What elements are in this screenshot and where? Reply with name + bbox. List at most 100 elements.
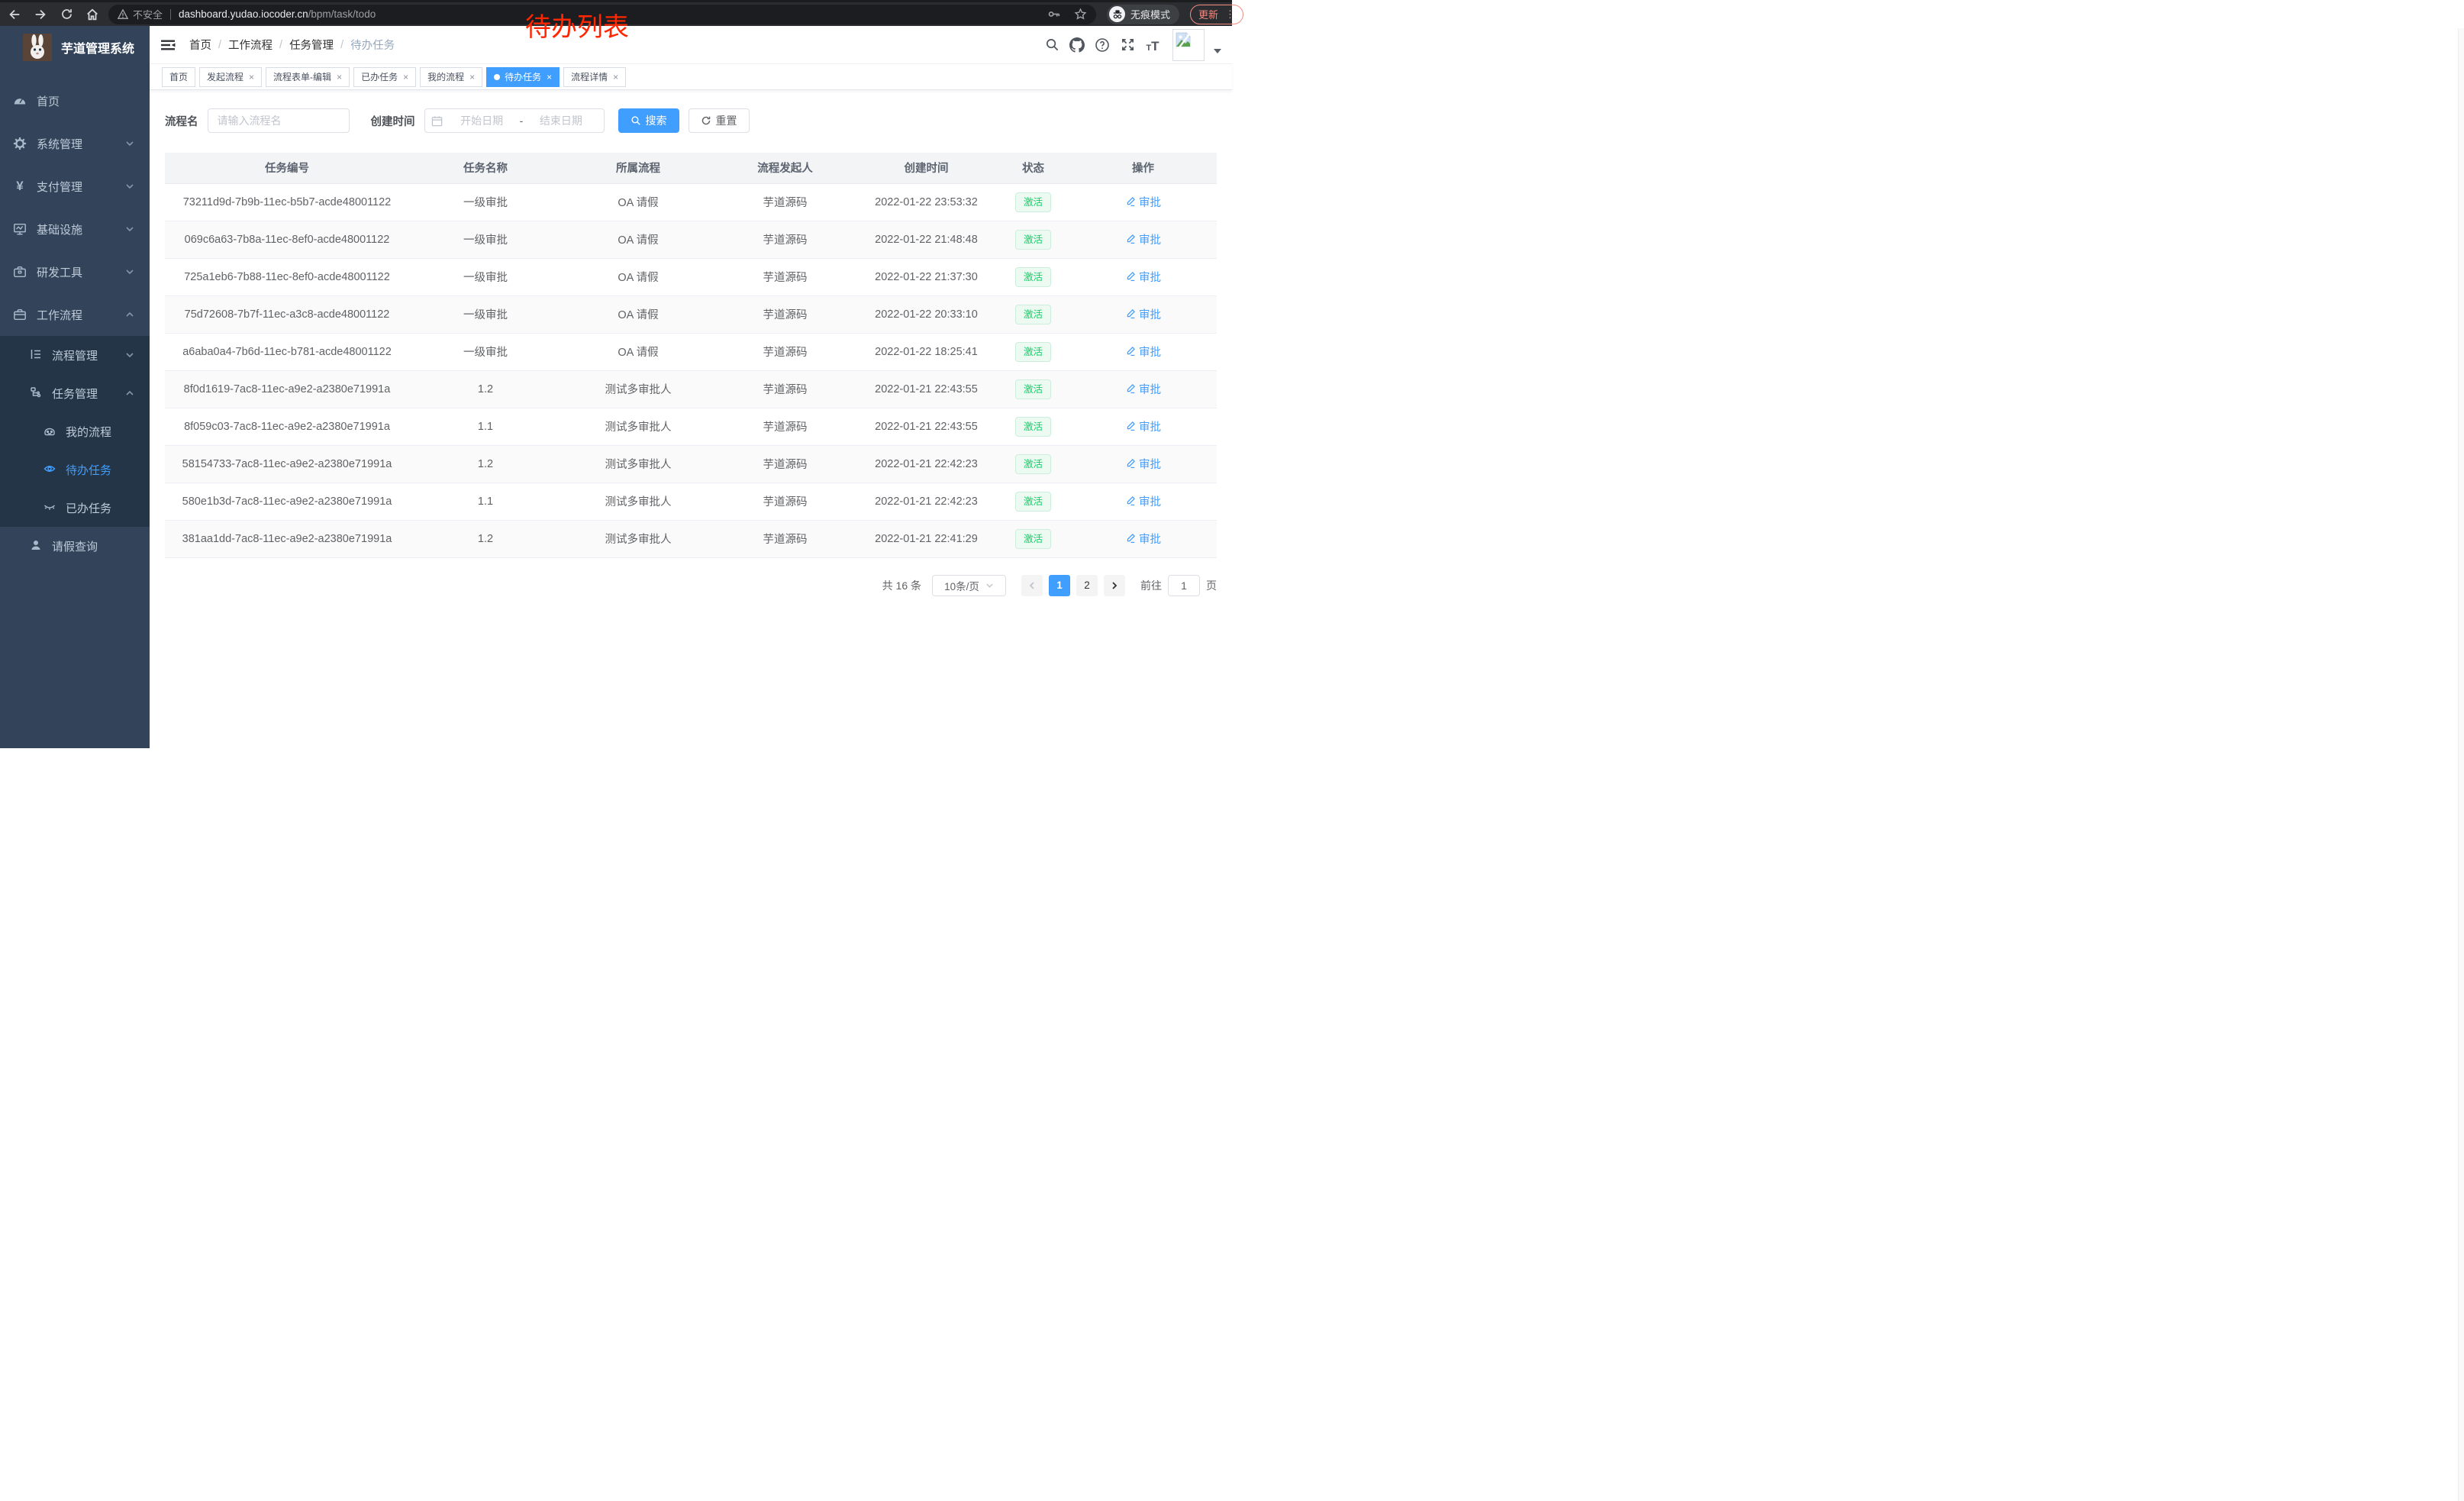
- status-badge: 激活: [1015, 454, 1051, 474]
- cell: 2022-01-22 21:37:30: [856, 258, 997, 295]
- approve-link[interactable]: 审批: [1125, 269, 1161, 285]
- cell: 芋道源码: [714, 221, 856, 258]
- breadcrumb-task-mgmt[interactable]: 任务管理: [289, 37, 334, 53]
- close-icon[interactable]: ×: [403, 73, 408, 82]
- sidebar-item-dev-tools[interactable]: 研发工具: [0, 250, 150, 293]
- sidebar-item-home[interactable]: 首页: [0, 79, 150, 122]
- browser-forward-icon[interactable]: [32, 6, 49, 23]
- edit-pencil-icon: [1125, 308, 1136, 319]
- update-label: 更新: [1198, 7, 1218, 21]
- page-size-select[interactable]: 10条/页: [932, 575, 1006, 596]
- approve-link[interactable]: 审批: [1125, 381, 1161, 397]
- goto-label: 前往: [1140, 578, 1162, 593]
- tab-home[interactable]: 首页: [162, 67, 195, 87]
- bookmark-star-icon[interactable]: [1074, 8, 1087, 21]
- approve-link[interactable]: 审批: [1125, 344, 1161, 360]
- status-badge: 激活: [1015, 267, 1051, 287]
- browser-back-icon[interactable]: [6, 6, 23, 23]
- cell: 一级审批: [409, 295, 562, 333]
- cell: 一级审批: [409, 221, 562, 258]
- status-badge: 激活: [1015, 492, 1051, 512]
- sidebar-logo-row[interactable]: 芋道管理系统: [0, 26, 150, 69]
- cell: 1.1: [409, 483, 562, 520]
- cell: OA 请假: [562, 258, 714, 295]
- col-task-name: 任务名称: [409, 153, 562, 183]
- close-icon[interactable]: ×: [547, 73, 552, 82]
- close-icon[interactable]: ×: [613, 73, 618, 82]
- sidebar-item-process-mgmt[interactable]: 流程管理: [0, 336, 150, 374]
- font-size-icon[interactable]: TT: [1145, 37, 1160, 53]
- help-icon[interactable]: [1095, 37, 1110, 53]
- approve-link[interactable]: 审批: [1125, 493, 1161, 509]
- approve-link[interactable]: 审批: [1125, 418, 1161, 434]
- monitor-icon: [13, 222, 27, 236]
- tab-todo-tasks[interactable]: 待办任务×: [486, 67, 560, 87]
- github-icon[interactable]: [1069, 37, 1085, 53]
- sidebar-item-done-tasks[interactable]: 已办任务: [0, 489, 150, 527]
- cell: 2022-01-21 22:43:55: [856, 370, 997, 408]
- cell: OA 请假: [562, 333, 714, 370]
- close-icon[interactable]: ×: [469, 73, 475, 82]
- chevron-down-icon: [125, 182, 134, 191]
- sidebar-item-system[interactable]: 系统管理: [0, 122, 150, 165]
- active-dot: [494, 74, 500, 80]
- approve-link[interactable]: 审批: [1125, 531, 1161, 547]
- process-name-input[interactable]: [208, 108, 350, 133]
- page-button-2[interactable]: 2: [1076, 575, 1098, 596]
- breadcrumb-home[interactable]: 首页: [189, 37, 211, 53]
- cell: 测试多审批人: [562, 370, 714, 408]
- table-header-row: 任务编号 任务名称 所属流程 流程发起人 创建时间 状态 操作: [165, 153, 1217, 183]
- approve-link[interactable]: 审批: [1125, 306, 1161, 322]
- browser-update-button[interactable]: 更新 ⋮: [1190, 5, 1243, 24]
- cell: 1.1: [409, 408, 562, 445]
- edit-pencil-icon: [1125, 495, 1136, 506]
- browser-reload-icon[interactable]: [58, 6, 75, 23]
- sidebar-item-todo-tasks[interactable]: 待办任务: [0, 450, 150, 489]
- tab-my-process[interactable]: 我的流程×: [420, 67, 482, 87]
- browser-menu-icon[interactable]: ⋮: [1225, 9, 1235, 19]
- next-page-button[interactable]: [1104, 575, 1125, 596]
- tab-process-form-edit[interactable]: 流程表单-编辑×: [266, 67, 350, 87]
- sidebar-item-task-mgmt[interactable]: 任务管理: [0, 374, 150, 412]
- date-range-picker[interactable]: 开始日期 - 结束日期: [424, 108, 605, 133]
- cell: 2022-01-22 20:33:10: [856, 295, 997, 333]
- sidebar-item-payment[interactable]: ¥ 支付管理: [0, 165, 150, 208]
- approve-link[interactable]: 审批: [1125, 456, 1161, 472]
- fullscreen-icon[interactable]: [1120, 37, 1135, 53]
- approve-link[interactable]: 审批: [1125, 231, 1161, 247]
- password-key-icon[interactable]: [1047, 8, 1060, 21]
- table-row: a6aba0a4-7b6d-11ec-b781-acde48001122一级审批…: [165, 333, 1217, 370]
- cell: 725a1eb6-7b88-11ec-8ef0-acde48001122: [165, 258, 409, 295]
- approve-link[interactable]: 审批: [1125, 194, 1161, 210]
- close-icon[interactable]: ×: [249, 73, 254, 82]
- sidebar-item-my-process[interactable]: 我的流程: [0, 412, 150, 450]
- breadcrumb-workflow[interactable]: 工作流程: [228, 37, 273, 53]
- cell: 75d72608-7b7f-11ec-a3c8-acde48001122: [165, 295, 409, 333]
- status-badge: 激活: [1015, 305, 1051, 324]
- reset-button[interactable]: 重置: [689, 108, 750, 133]
- sidebar-item-leave-query[interactable]: 请假查询: [0, 527, 150, 565]
- search-button[interactable]: 搜索: [618, 108, 679, 133]
- browser-home-icon[interactable]: [84, 6, 101, 23]
- divider: [170, 9, 171, 20]
- cell: 芋道源码: [714, 445, 856, 483]
- sidebar-fold-icon[interactable]: [160, 37, 177, 53]
- edit-pencil-icon: [1125, 234, 1136, 244]
- tab-start-process[interactable]: 发起流程×: [199, 67, 262, 87]
- goto-page-input[interactable]: [1168, 575, 1200, 596]
- total-count: 共 16 条: [882, 578, 921, 593]
- tab-process-detail[interactable]: 流程详情×: [563, 67, 626, 87]
- page-scrollbar[interactable]: [2458, 28, 2464, 1501]
- page-button-1[interactable]: 1: [1049, 575, 1070, 596]
- avatar-caret-icon[interactable]: [1214, 49, 1221, 53]
- sidebar-item-workflow[interactable]: 工作流程: [0, 293, 150, 336]
- tab-done-tasks[interactable]: 已办任务×: [353, 67, 416, 87]
- cell: 58154733-7ac8-11ec-a9e2-a2380e71991a: [165, 445, 409, 483]
- breadcrumb: 首页 / 工作流程 / 任务管理 / 待办任务: [189, 37, 395, 53]
- avatar[interactable]: [1172, 29, 1205, 61]
- sidebar-item-infrastructure[interactable]: 基础设施: [0, 208, 150, 250]
- cell: 芋道源码: [714, 258, 856, 295]
- close-icon[interactable]: ×: [337, 73, 342, 82]
- prev-page-button[interactable]: [1021, 575, 1043, 596]
- header-search-icon[interactable]: [1044, 37, 1059, 53]
